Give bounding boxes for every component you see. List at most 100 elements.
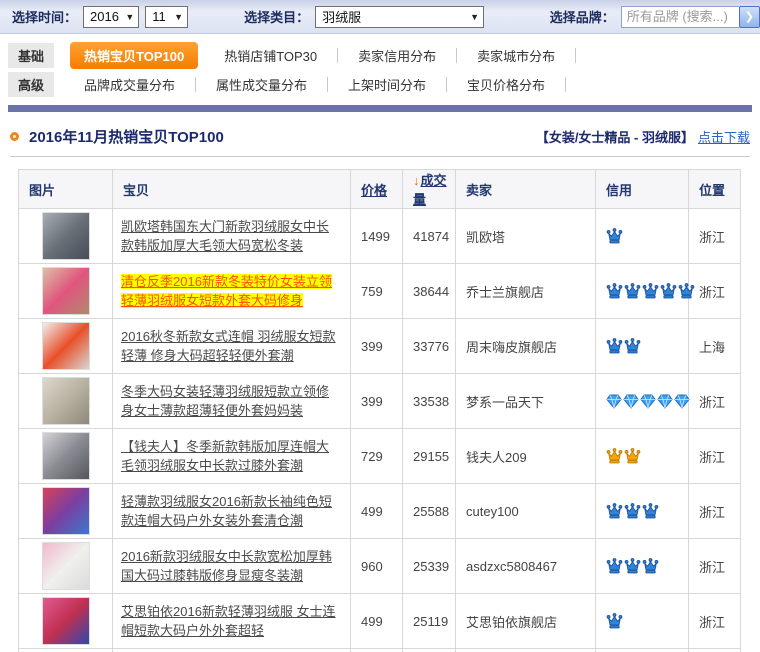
volume-cell: 33776 (403, 319, 456, 374)
tab-seller-city[interactable]: 卖家城市分布 (457, 42, 575, 69)
tab-listing-time[interactable]: 上架时间分布 (328, 71, 446, 98)
category-filter-label: 选择类目： (244, 7, 309, 26)
tab-brand-volume[interactable]: 品牌成交量分布 (64, 71, 195, 98)
product-title-link[interactable]: 艾思铂依2016新款轻薄羽绒服 女士连帽短款大码户外外套超轻 (121, 604, 336, 638)
gold-crown-icon (606, 448, 623, 465)
product-table: 图片 宝贝 价格 ↓成交量 卖家 信用 位置 凯欧塔韩国东大门新款羽绒服女中长款… (18, 169, 741, 652)
brand-filter-label: 选择品牌： (550, 7, 615, 26)
blue-crown-icon (606, 283, 623, 300)
tab-separator (575, 48, 576, 63)
tab-hot-items-top100[interactable]: 热销宝贝TOP100 (70, 42, 198, 69)
volume-cell: 25588 (403, 484, 456, 539)
product-title-link[interactable]: 2016秋冬新款女式连帽 羽绒服女短款轻薄 修身大码超轻轻便外套潮 (121, 329, 336, 363)
chevron-down-icon: ▼ (174, 12, 183, 22)
category-breadcrumb: 【女装/女士精品 - 羽绒服】 (536, 127, 694, 146)
basic-tab-row: 基础 热销宝贝TOP100 热销店铺TOP30 卖家信用分布 卖家城市分布 (8, 41, 760, 70)
seller-cell: 艾思铂依旗舰店 (456, 594, 596, 649)
seller-cell: 梦系一品天下 (456, 374, 596, 429)
table-row: 轻薄款羽绒服女2016新款长袖纯色短款连帽大码户外女装外套清仓潮 499 255… (19, 484, 741, 539)
volume-cell: 29155 (403, 429, 456, 484)
blue-crown-icon (624, 283, 641, 300)
product-title-link[interactable]: 【钱夫人】冬季新款韩版加厚连帽大毛领羽绒服女中长款过膝外套潮 (121, 439, 329, 473)
tab-hot-shops-top30[interactable]: 热销店铺TOP30 (204, 42, 337, 69)
product-title-link[interactable]: 清仓反季2016新款冬装特价女装立领轻薄羽绒服女短款外套大码修身 (121, 274, 332, 308)
table-row: 茄田2016新款韩版修身轻薄反季清仓羽绒服女短款连帽外套 (19, 649, 741, 652)
blue-crown-icon (624, 503, 641, 520)
credit-icons (596, 209, 689, 264)
advanced-tabs-label: 高级 (8, 72, 54, 97)
volume-cell: 25119 (403, 594, 456, 649)
product-thumbnail[interactable] (42, 212, 90, 260)
product-title-link[interactable]: 冬季大码女装轻薄羽绒服短款立领修身女士薄款超薄轻便外套妈妈装 (121, 384, 329, 418)
credit-icons (596, 539, 689, 594)
header-location: 位置 (689, 170, 741, 209)
product-title-link[interactable]: 轻薄款羽绒服女2016新款长袖纯色短款连帽大码户外女装外套清仓潮 (121, 494, 332, 528)
blue-crown-icon (624, 558, 641, 575)
year-select[interactable]: 2016 ▼ (83, 6, 139, 28)
product-thumbnail[interactable] (42, 597, 90, 645)
download-link[interactable]: 点击下载 (698, 127, 750, 146)
seller-cell: 凯欧塔 (456, 209, 596, 264)
advanced-tab-row: 高级 品牌成交量分布 属性成交量分布 上架时间分布 宝贝价格分布 (8, 70, 760, 99)
seller-cell: asdzxc5808467 (456, 539, 596, 594)
year-value: 2016 (90, 9, 119, 24)
product-title-link[interactable]: 凯欧塔韩国东大门新款羽绒服女中长款韩版加厚大毛领大码宽松冬装 (121, 219, 329, 253)
tab-separator (565, 77, 566, 92)
price-cell (351, 649, 403, 652)
credit-icons (596, 429, 689, 484)
filter-bar: 选择时间： 2016 ▼ 11 ▼ 选择类目： 羽绒服 ▼ 选择品牌： ❯ (0, 0, 760, 34)
location-cell: 浙江 (689, 209, 741, 264)
page-title: 2016年11月热销宝贝TOP100 (29, 126, 536, 147)
blue-diamond-icon (657, 394, 673, 409)
product-thumbnail[interactable] (42, 542, 90, 590)
tab-attribute-volume[interactable]: 属性成交量分布 (196, 71, 327, 98)
table-row: 冬季大码女装轻薄羽绒服短款立领修身女士薄款超薄轻便外套妈妈装 399 33538… (19, 374, 741, 429)
blue-diamond-icon (623, 394, 639, 409)
volume-cell (403, 649, 456, 652)
category-value: 羽绒服 (322, 7, 361, 26)
tab-item-price[interactable]: 宝贝价格分布 (447, 71, 565, 98)
blue-crown-icon (678, 283, 695, 300)
volume-cell: 25339 (403, 539, 456, 594)
product-thumbnail[interactable] (42, 377, 90, 425)
blue-crown-icon (642, 283, 659, 300)
product-title-link[interactable]: 2016新款羽绒服女中长款宽松加厚韩国大码过膝韩版修身显瘦冬装潮 (121, 549, 332, 583)
table-row: 清仓反季2016新款冬装特价女装立领轻薄羽绒服女短款外套大码修身 759 386… (19, 264, 741, 319)
blue-crown-icon (606, 558, 623, 575)
category-select[interactable]: 羽绒服 ▼ (315, 6, 484, 28)
price-sort-link[interactable]: 价格 (361, 183, 387, 198)
location-cell: 浙江 (689, 539, 741, 594)
table-row: 2016秋冬新款女式连帽 羽绒服女短款轻薄 修身大码超轻轻便外套潮 399 33… (19, 319, 741, 374)
header-price[interactable]: 价格 (351, 170, 403, 209)
gold-crown-icon (624, 448, 641, 465)
header-volume[interactable]: ↓成交量 (403, 170, 456, 209)
credit-icons (596, 319, 689, 374)
blue-crown-icon (606, 503, 623, 520)
chevron-down-icon: ❯ (745, 10, 754, 23)
location-cell: 浙江 (689, 374, 741, 429)
price-cell: 759 (351, 264, 403, 319)
tab-seller-credit[interactable]: 卖家信用分布 (338, 42, 456, 69)
location-cell: 浙江 (689, 484, 741, 539)
brand-search-input[interactable] (621, 6, 739, 28)
header-image: 图片 (19, 170, 113, 209)
tab-panel: 基础 热销宝贝TOP100 热销店铺TOP30 卖家信用分布 卖家城市分布 高级… (0, 34, 760, 99)
volume-cell: 38644 (403, 264, 456, 319)
location-cell: 上海 (689, 319, 741, 374)
bullet-icon (10, 132, 19, 141)
blue-crown-icon (606, 613, 623, 630)
header-seller: 卖家 (456, 170, 596, 209)
chevron-down-icon: ▼ (125, 12, 134, 22)
product-thumbnail[interactable] (42, 432, 90, 480)
chevron-down-icon: ▼ (470, 12, 479, 22)
product-thumbnail[interactable] (42, 487, 90, 535)
table-header-row: 图片 宝贝 价格 ↓成交量 卖家 信用 位置 (19, 170, 741, 209)
credit-icons (596, 374, 689, 429)
divider-bar (8, 105, 752, 112)
location-cell: 浙江 (689, 264, 741, 319)
blue-diamond-icon (674, 394, 690, 409)
month-select[interactable]: 11 ▼ (145, 6, 188, 28)
product-thumbnail[interactable] (42, 322, 90, 370)
product-thumbnail[interactable] (42, 267, 90, 315)
brand-dropdown-button[interactable]: ❯ (739, 6, 760, 28)
